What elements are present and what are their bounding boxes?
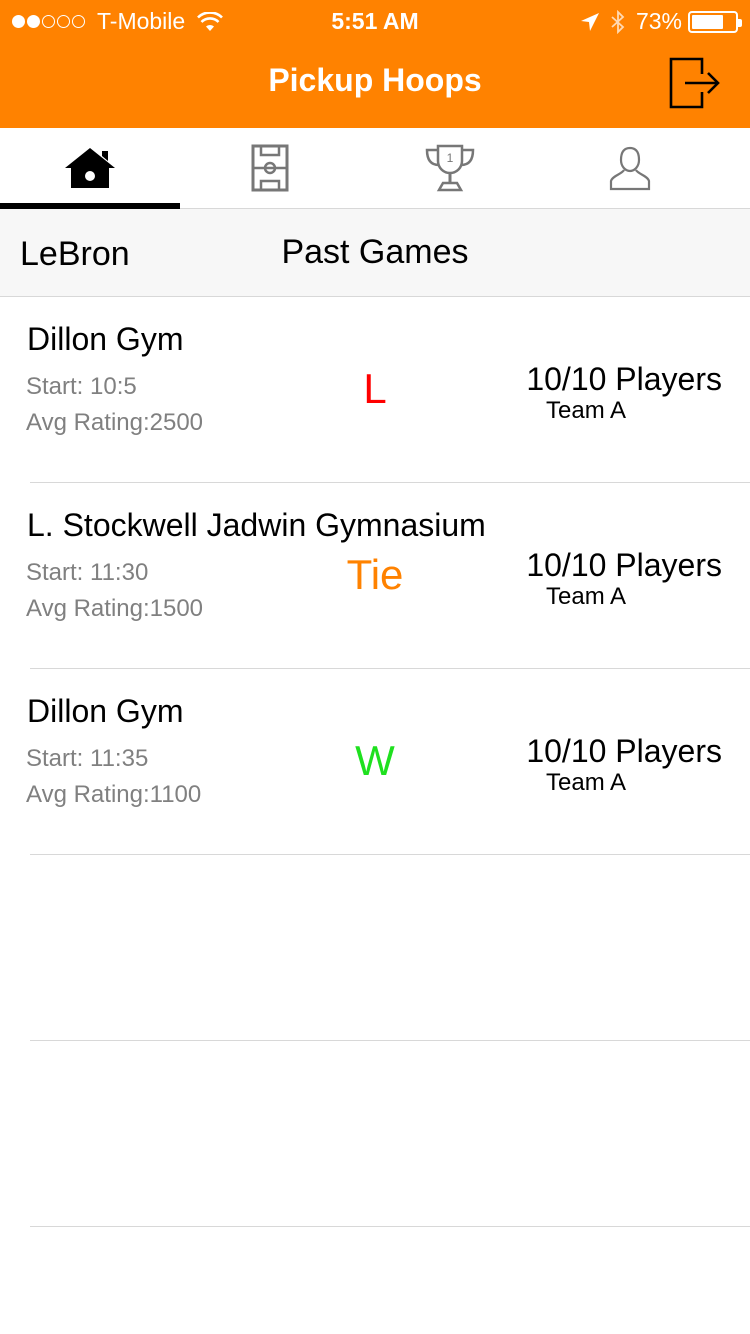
team-label: Team A [546, 769, 627, 796]
gym-name: Dillon Gym [27, 693, 184, 729]
logout-icon[interactable] [668, 56, 722, 110]
page-title: Past Games [281, 233, 469, 271]
game-row[interactable]: Dillon Gym Start: 10:5 Avg Rating:2500 L… [0, 297, 750, 483]
game-row[interactable]: L. Stockwell Jadwin Gymnasium Start: 11:… [0, 483, 750, 669]
gym-name: L. Stockwell Jadwin Gymnasium [27, 507, 486, 543]
location-arrow-icon [580, 12, 599, 31]
game-result: Tie [346, 551, 404, 598]
tab-leaderboard[interactable]: 1 [360, 128, 540, 208]
team-label: Team A [546, 397, 627, 424]
battery-percentage: 73% [635, 8, 682, 34]
tab-profile[interactable] [540, 128, 720, 208]
row-divider [30, 1226, 750, 1227]
avg-rating: Avg Rating:2500 [26, 409, 204, 436]
tab-home[interactable] [0, 128, 180, 209]
avg-rating: Avg Rating:1100 [26, 781, 202, 808]
start-time: Start: 10:5 [26, 373, 137, 400]
team-label: Team A [546, 583, 627, 610]
svg-text:1: 1 [447, 151, 454, 165]
start-time: Start: 11:35 [26, 745, 149, 772]
game-row[interactable]: Dillon Gym Start: 11:35 Avg Rating:1100 … [0, 669, 750, 855]
tab-courts[interactable] [180, 128, 360, 208]
court-icon [251, 144, 289, 192]
tab-bar: 1 [0, 128, 750, 209]
game-result: L [363, 365, 387, 412]
app-header: T-Mobile 5:51 AM 73% Pickup Hoops [0, 0, 750, 128]
avg-rating: Avg Rating:1500 [26, 595, 204, 622]
player-count: 10/10 Players [526, 733, 722, 769]
player-count: 10/10 Players [526, 547, 722, 583]
status-bar: T-Mobile 5:51 AM 73% [0, 0, 750, 40]
start-time: Start: 11:30 [26, 559, 149, 586]
page-header: LeBron Past Games [0, 209, 750, 297]
battery-icon [688, 10, 742, 33]
empty-row [0, 1041, 750, 1227]
app-title: Pickup Hoops [268, 62, 482, 98]
home-icon [65, 148, 115, 188]
trophy-icon: 1 [425, 144, 475, 192]
empty-row [0, 855, 750, 1041]
bluetooth-icon [611, 9, 625, 34]
profile-icon [609, 146, 651, 191]
game-result: W [355, 737, 395, 784]
gym-name: Dillon Gym [27, 321, 184, 357]
player-count: 10/10 Players [526, 361, 722, 397]
